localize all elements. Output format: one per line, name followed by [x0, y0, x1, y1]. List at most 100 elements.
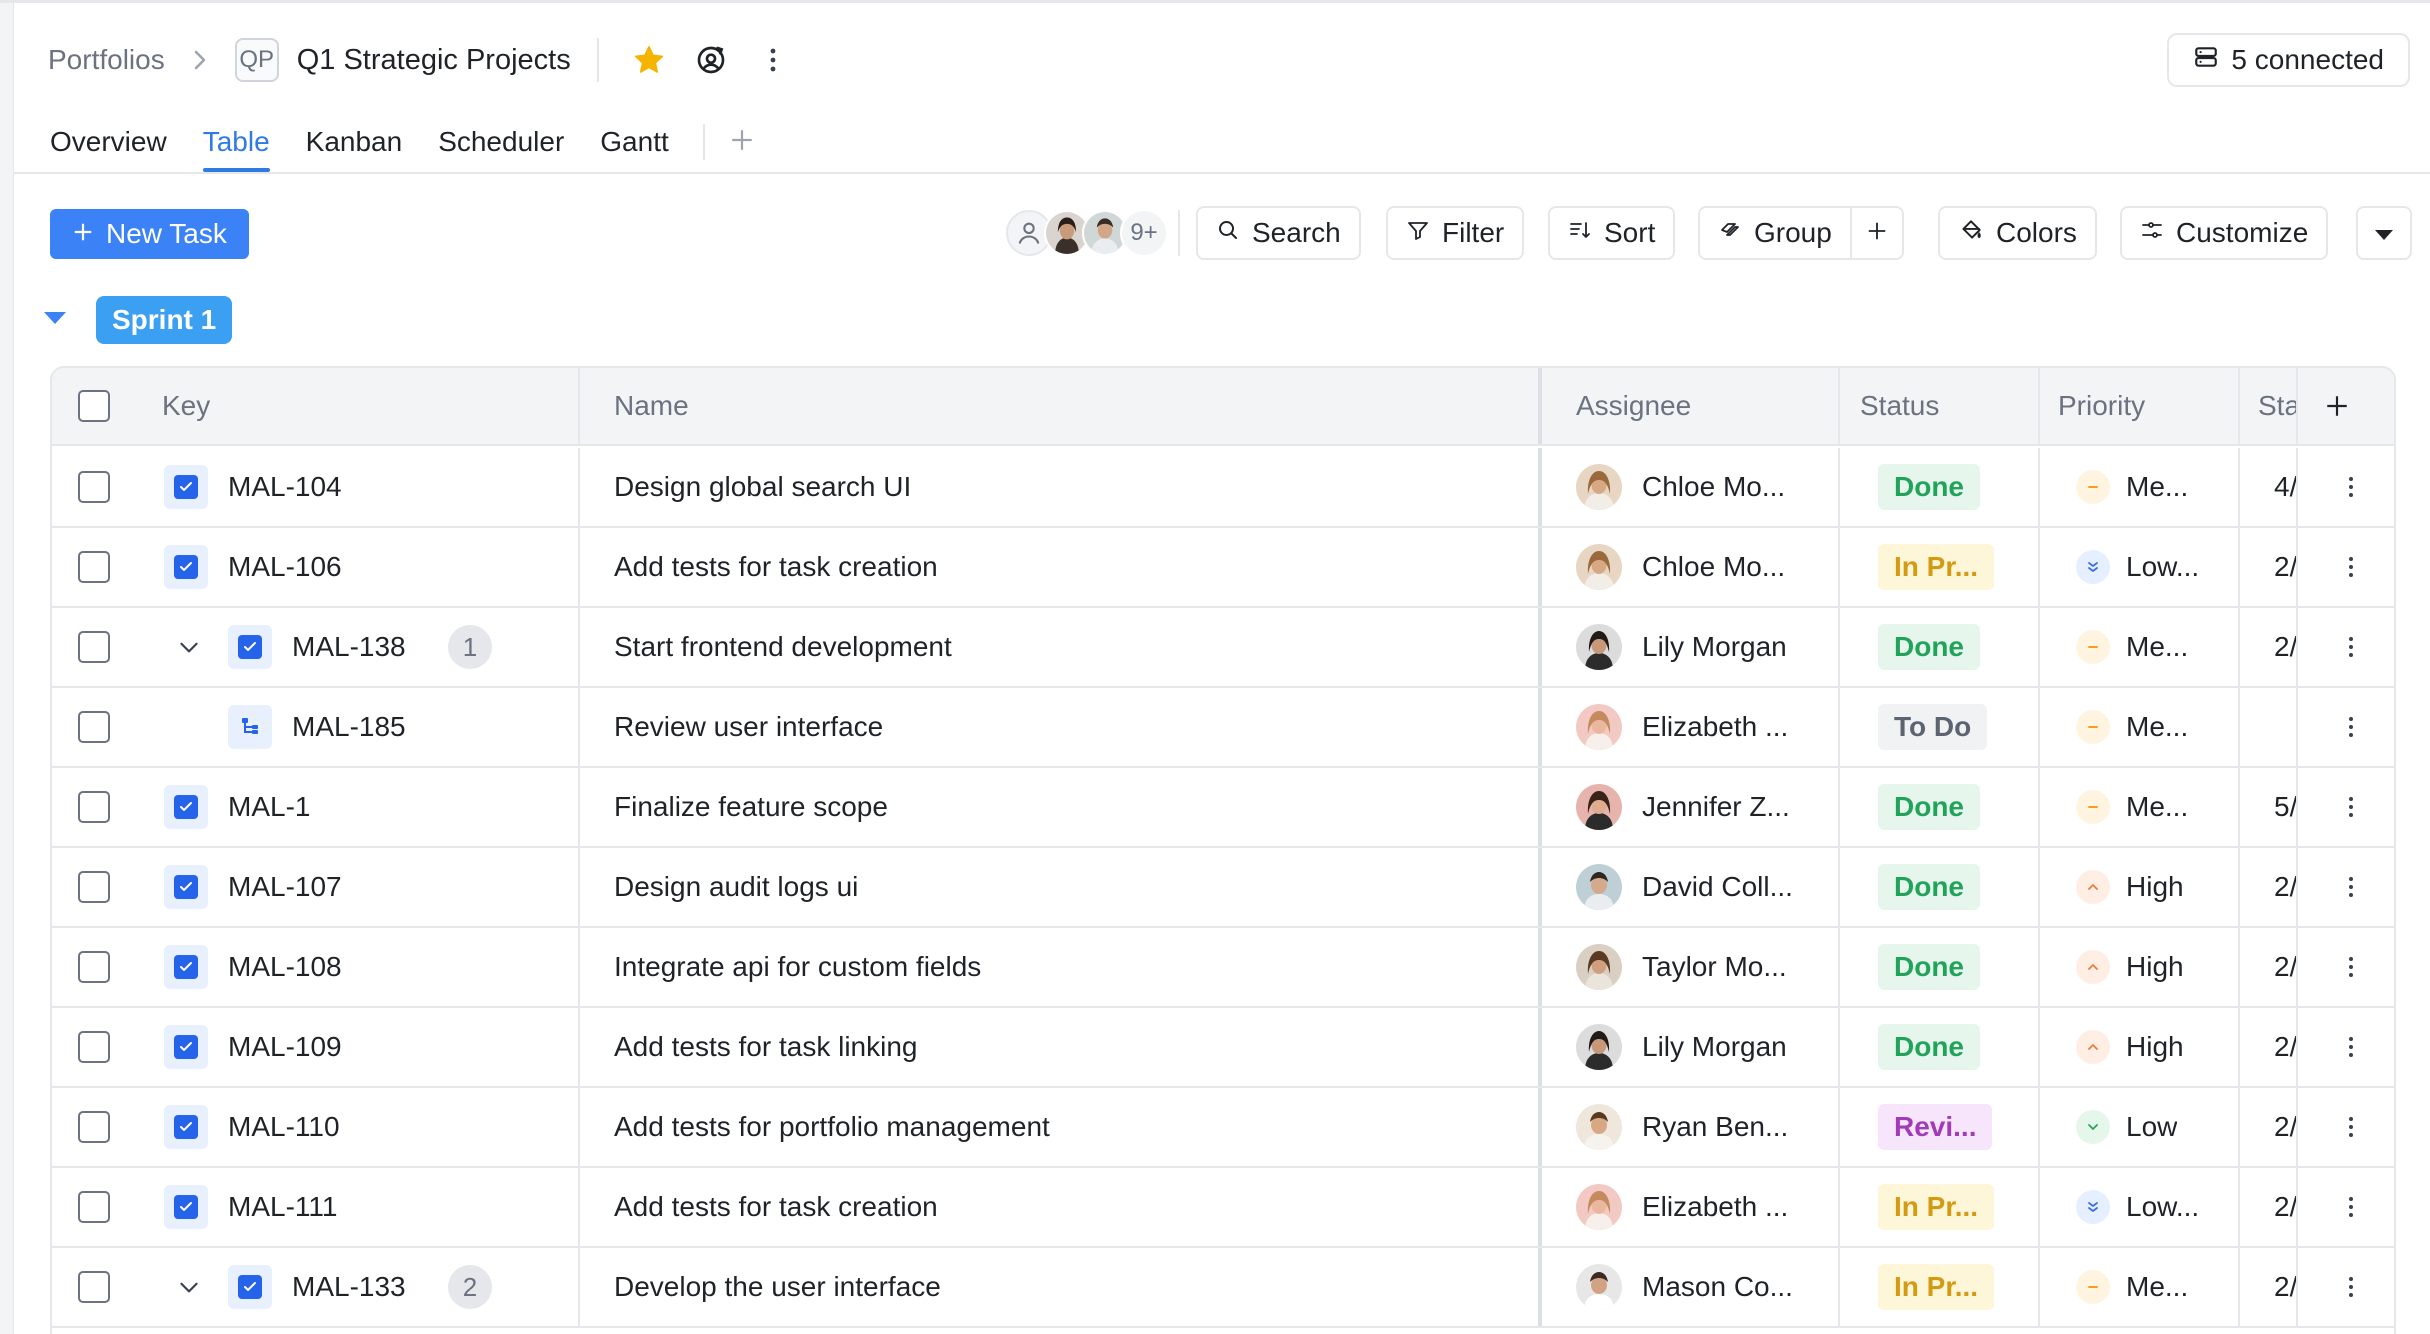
column-header-assignee[interactable]: Assignee	[1576, 368, 1691, 444]
priority-cell[interactable]: Me...	[2076, 1248, 2188, 1326]
connected-button[interactable]: 5 connected	[2167, 33, 2410, 87]
watch-icon[interactable]	[689, 38, 733, 82]
assignee-cell[interactable]: Taylor Mo...	[1576, 928, 1826, 1006]
task-key[interactable]: MAL-109	[228, 1008, 342, 1086]
task-key[interactable]: MAL-110	[228, 1088, 340, 1166]
task-name[interactable]: Add tests for portfolio management	[614, 1088, 1050, 1166]
status-cell[interactable]: In Pr...	[1878, 1168, 1995, 1246]
row-more-icon[interactable]	[2348, 848, 2354, 926]
table-row[interactable]: MAL-185 Review user interface Elizabeth ..…	[52, 688, 2394, 768]
row-more-icon[interactable]	[2348, 688, 2354, 766]
table-row[interactable]: MAL-108 Integrate api for custom fields Ta…	[52, 928, 2394, 1008]
status-cell[interactable]: To Do	[1878, 688, 1988, 766]
task-name[interactable]: Develop the user interface	[614, 1248, 941, 1326]
customize-button[interactable]: Customize	[2120, 206, 2329, 260]
add-group-button[interactable]	[1852, 208, 1902, 258]
start-date[interactable]: 5/1	[2274, 768, 2296, 846]
table-row[interactable]: MAL-106 Add tests for task creation Chloe …	[52, 528, 2394, 608]
group-button[interactable]: Group	[1700, 208, 1850, 258]
page-title[interactable]: Q1 Strategic Projects	[297, 44, 571, 77]
start-date[interactable]	[2274, 688, 2296, 766]
row-checkbox[interactable]	[78, 471, 110, 503]
table-row[interactable]: MAL-110 Add tests for portfolio managemen…	[52, 1088, 2394, 1168]
task-name[interactable]: Review user interface	[614, 688, 883, 766]
priority-cell[interactable]: Me...	[2076, 448, 2188, 526]
status-cell[interactable]: In Pr...	[1878, 528, 1995, 606]
tab-overview[interactable]: Overview	[50, 112, 167, 172]
breadcrumb-portfolios-link[interactable]: Portfolios	[48, 44, 165, 76]
tab-kanban[interactable]: Kanban	[306, 112, 403, 172]
row-checkbox[interactable]	[78, 951, 110, 983]
start-date[interactable]: 2/2	[2274, 848, 2296, 926]
table-row[interactable]: MAL-1 Finalize feature scope Jennifer Z...…	[52, 768, 2394, 848]
row-more-icon[interactable]	[2348, 448, 2354, 526]
task-key[interactable]: MAL-133	[292, 1248, 406, 1326]
task-key[interactable]: MAL-106	[228, 528, 342, 606]
task-name[interactable]: Design audit logs ui	[614, 848, 858, 926]
tab-scheduler[interactable]: Scheduler	[438, 112, 564, 172]
row-more-icon[interactable]	[2348, 768, 2354, 846]
status-cell[interactable]: Done	[1878, 1008, 1980, 1086]
task-key[interactable]: MAL-138	[292, 608, 406, 686]
task-key[interactable]: MAL-107	[228, 848, 342, 926]
column-header-start[interactable]: Sta	[2258, 368, 2296, 444]
row-more-icon[interactable]	[2348, 1008, 2354, 1086]
assignee-cell[interactable]: Chloe Mo...	[1576, 448, 1826, 526]
row-more-icon[interactable]	[2348, 528, 2354, 606]
add-view-icon[interactable]	[729, 123, 755, 162]
start-date[interactable]: 2/5	[2274, 528, 2296, 606]
priority-cell[interactable]: Me...	[2076, 688, 2188, 766]
start-date[interactable]: 2/1	[2274, 1248, 2296, 1326]
assignee-cell[interactable]: Chloe Mo...	[1576, 528, 1826, 606]
task-name[interactable]: Integrate api for custom fields	[614, 928, 981, 1006]
sprint-label[interactable]: Sprint 1	[96, 296, 233, 344]
task-key[interactable]: MAL-1	[228, 768, 310, 846]
priority-cell[interactable]: Low...	[2076, 528, 2199, 606]
column-header-status[interactable]: Status	[1860, 368, 1939, 444]
tab-gantt[interactable]: Gantt	[600, 112, 668, 172]
priority-cell[interactable]: Me...	[2076, 768, 2188, 846]
table-row[interactable]: MAL-138 1 Start frontend development Lily M…	[52, 608, 2394, 688]
status-cell[interactable]: Revi...	[1878, 1088, 1993, 1166]
row-checkbox[interactable]	[78, 1031, 110, 1063]
subtask-count-badge[interactable]: 2	[448, 1265, 492, 1309]
assignee-cell[interactable]: Mason Co...	[1576, 1248, 1826, 1326]
table-row[interactable]: MAL-133 2 Develop the user interface Mason …	[52, 1248, 2394, 1328]
search-button[interactable]: Search	[1196, 206, 1361, 260]
start-date[interactable]: 2/4	[2274, 1168, 2296, 1246]
status-cell[interactable]: Done	[1878, 608, 1980, 686]
row-checkbox[interactable]	[78, 1111, 110, 1143]
row-checkbox[interactable]	[78, 871, 110, 903]
assignee-cell[interactable]: David Coll...	[1576, 848, 1826, 926]
task-name[interactable]: Add tests for task linking	[614, 1008, 917, 1086]
task-key[interactable]: MAL-108	[228, 928, 342, 1006]
priority-cell[interactable]: Low	[2076, 1088, 2177, 1166]
status-cell[interactable]: Done	[1878, 928, 1980, 1006]
row-checkbox[interactable]	[78, 1191, 110, 1223]
start-date[interactable]: 2/2	[2274, 608, 2296, 686]
row-checkbox[interactable]	[78, 791, 110, 823]
more-vertical-icon[interactable]	[751, 38, 795, 82]
collapse-group-icon[interactable]	[44, 312, 66, 324]
new-task-button[interactable]: New Task	[50, 209, 249, 259]
subtask-count-badge[interactable]: 1	[448, 625, 492, 669]
assignee-cell[interactable]: Ryan Ben...	[1576, 1088, 1826, 1166]
status-cell[interactable]: Done	[1878, 768, 1980, 846]
task-name[interactable]: Finalize feature scope	[614, 768, 888, 846]
assignee-cell[interactable]: Lily Morgan	[1576, 1008, 1826, 1086]
sort-button[interactable]: Sort	[1548, 206, 1676, 260]
table-row[interactable]: MAL-104 Design global search UI Chloe Mo..…	[52, 448, 2394, 528]
assignee-cell[interactable]: Jennifer Z...	[1576, 768, 1826, 846]
column-header-name[interactable]: Name	[614, 368, 689, 444]
row-checkbox[interactable]	[78, 711, 110, 743]
more-options-dropdown[interactable]	[2356, 206, 2412, 260]
tab-table[interactable]: Table	[202, 112, 270, 172]
priority-cell[interactable]: High	[2076, 1008, 2184, 1086]
assignee-cell[interactable]: Elizabeth ...	[1576, 688, 1826, 766]
start-date[interactable]: 4/1	[2274, 448, 2296, 526]
members-avatar-group[interactable]: 9+	[1006, 208, 1168, 258]
assignee-cell[interactable]: Lily Morgan	[1576, 608, 1826, 686]
column-header-priority[interactable]: Priority	[2058, 368, 2145, 444]
priority-cell[interactable]: High	[2076, 928, 2184, 1006]
task-name[interactable]: Start frontend development	[614, 608, 952, 686]
